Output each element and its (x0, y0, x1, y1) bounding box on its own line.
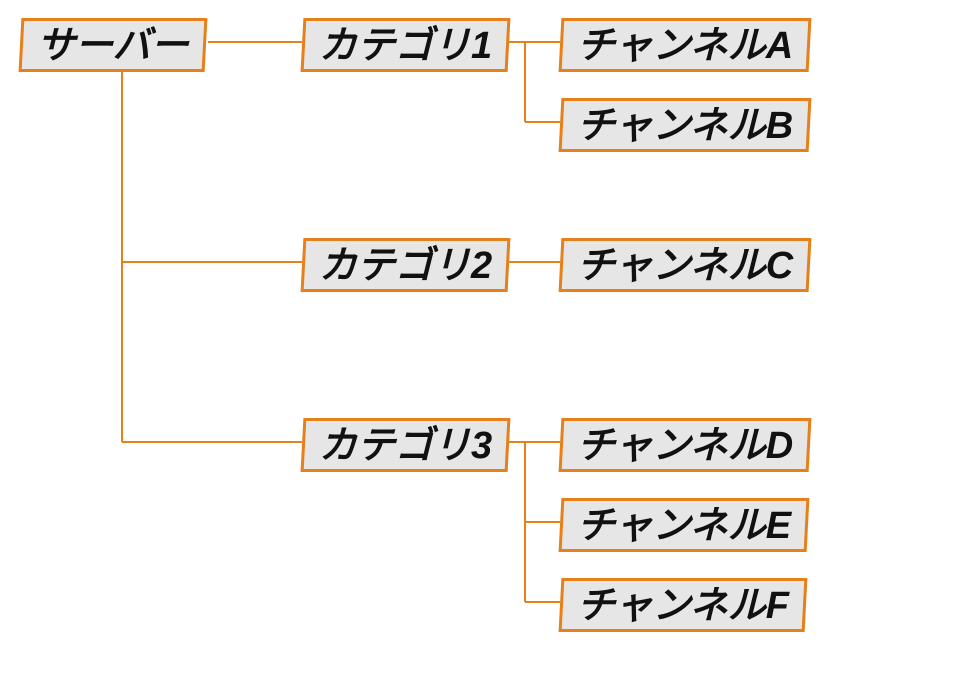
node-channel-c: チャンネルC (559, 238, 812, 292)
node-channel-f-label: チャンネルF (577, 587, 789, 625)
node-category-2-label: カテゴリ2 (319, 247, 492, 285)
node-server-label: サーバー (37, 27, 189, 65)
node-category-3-label: カテゴリ3 (319, 427, 492, 465)
node-category-3: カテゴリ3 (301, 418, 511, 472)
node-channel-c-label: チャンネルC (577, 247, 793, 285)
node-channel-a-label: チャンネルA (577, 27, 793, 65)
connectors (0, 0, 967, 673)
node-channel-b-label: チャンネルB (577, 107, 793, 145)
node-category-2: カテゴリ2 (301, 238, 511, 292)
node-channel-e-label: チャンネルE (577, 507, 791, 545)
node-channel-d: チャンネルD (559, 418, 812, 472)
node-category-1-label: カテゴリ1 (319, 27, 492, 65)
node-server: サーバー (19, 18, 207, 72)
node-channel-d-label: チャンネルD (577, 427, 793, 465)
node-channel-a: チャンネルA (559, 18, 812, 72)
tree-diagram: サーバー カテゴリ1 カテゴリ2 カテゴリ3 チャンネルA チャンネルB チャン… (0, 0, 967, 673)
node-channel-e: チャンネルE (559, 498, 810, 552)
node-channel-f: チャンネルF (559, 578, 808, 632)
node-channel-b: チャンネルB (559, 98, 812, 152)
node-category-1: カテゴリ1 (301, 18, 511, 72)
